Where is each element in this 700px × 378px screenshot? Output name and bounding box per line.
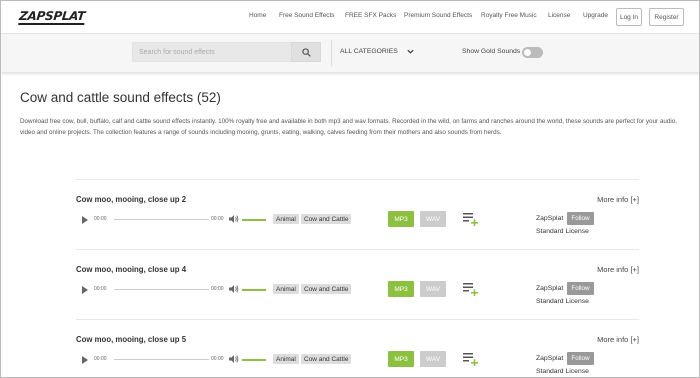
progress-track[interactable] — [114, 289, 209, 290]
chevron-down-icon[interactable] — [406, 47, 415, 56]
time-end: 00:00 — [211, 356, 224, 362]
tag-animal[interactable]: Animal — [273, 214, 299, 224]
more-info-link[interactable]: More info [+] — [597, 265, 639, 274]
sound-row: Cow moo, mooing, close up 4 More info [+… — [76, 249, 639, 319]
progress-track[interactable] — [114, 359, 209, 360]
sound-row: Cow moo, mooing, close up 5 More info [+… — [76, 319, 639, 377]
nav-free-sound-effects[interactable]: Free Sound Effects — [279, 12, 335, 19]
nav-upgrade[interactable]: Upgrade — [583, 12, 608, 19]
tag-cow-and-cattle[interactable]: Cow and Cattle — [301, 284, 352, 294]
author-name[interactable]: ZapSplat — [536, 285, 563, 292]
search-icon — [301, 47, 311, 57]
gold-sounds-toggle[interactable] — [522, 47, 543, 58]
play-icon[interactable] — [81, 286, 89, 294]
nav-home[interactable]: Home — [249, 12, 266, 19]
time-end: 00:00 — [211, 216, 224, 222]
time-start: 00:00 — [94, 216, 107, 222]
volume-icon[interactable] — [229, 284, 239, 294]
sound-row: Cow moo, mooing, close up 2 More info [+… — [76, 179, 639, 249]
follow-button[interactable]: Follow — [567, 212, 594, 225]
play-icon[interactable] — [81, 216, 89, 224]
download-mp3-button[interactable]: MP3 — [388, 211, 414, 227]
top-navbar: ZAPSPLAT Home Free Sound Effects FREE SF… — [1, 1, 699, 34]
license-label[interactable]: Standard License — [536, 298, 589, 305]
nav-free-sfx-packs[interactable]: FREE SFX Packs — [345, 12, 396, 19]
more-info-link[interactable]: More info [+] — [597, 195, 639, 204]
download-wav-button[interactable]: WAV — [420, 211, 446, 227]
volume-slider[interactable] — [242, 219, 266, 221]
tag-cow-and-cattle[interactable]: Cow and Cattle — [301, 214, 352, 224]
add-to-playlist-icon[interactable] — [463, 352, 478, 366]
author-name[interactable]: ZapSplat — [536, 355, 563, 362]
tag-cow-and-cattle[interactable]: Cow and Cattle — [301, 354, 352, 364]
play-icon[interactable] — [81, 356, 89, 364]
nav-royalty-free-music[interactable]: Royalty Free Music — [481, 12, 537, 19]
follow-button[interactable]: Follow — [567, 352, 594, 365]
time-start: 00:00 — [94, 286, 107, 292]
time-end: 00:00 — [211, 286, 224, 292]
tag-animal[interactable]: Animal — [273, 284, 299, 294]
add-to-playlist-icon[interactable] — [463, 212, 478, 226]
register-button[interactable]: Register — [649, 8, 684, 26]
logo-text: ZAPSPLAT — [18, 8, 86, 25]
search-bar-section: Search for sound effects ALL CATEGORIES … — [1, 34, 699, 72]
time-start: 00:00 — [94, 356, 107, 362]
add-to-playlist-icon[interactable] — [463, 282, 478, 296]
site-logo[interactable]: ZAPSPLAT — [18, 8, 86, 26]
sound-title[interactable]: Cow moo, mooing, close up 5 — [76, 335, 186, 344]
sound-title[interactable]: Cow moo, mooing, close up 4 — [76, 265, 186, 274]
download-wav-button[interactable]: WAV — [420, 281, 446, 297]
search-input[interactable]: Search for sound effects — [132, 42, 291, 62]
page-frame: ZAPSPLAT Home Free Sound Effects FREE SF… — [0, 0, 700, 378]
volume-slider[interactable] — [242, 359, 266, 361]
search-divider — [331, 40, 332, 66]
gold-sounds-label: Show Gold Sounds — [462, 48, 521, 55]
tag-animal[interactable]: Animal — [273, 354, 299, 364]
volume-icon[interactable] — [229, 354, 239, 364]
download-mp3-button[interactable]: MP3 — [388, 351, 414, 367]
page-description: Download free cow, bull, buffalo, calf a… — [20, 118, 678, 136]
author-name[interactable]: ZapSplat — [536, 215, 563, 222]
nav-premium-sound-effects[interactable]: Premium Sound Effects — [404, 12, 472, 19]
toggle-knob — [524, 49, 531, 56]
volume-slider[interactable] — [242, 289, 266, 291]
search-button[interactable] — [291, 42, 321, 62]
volume-icon[interactable] — [229, 214, 239, 224]
category-select[interactable]: ALL CATEGORIES — [340, 48, 398, 55]
progress-track[interactable] — [114, 219, 209, 220]
sound-title[interactable]: Cow moo, mooing, close up 2 — [76, 195, 186, 204]
more-info-link[interactable]: More info [+] — [597, 335, 639, 344]
license-label[interactable]: Standard License — [536, 228, 589, 235]
page-title: Cow and cattle sound effects (52) — [20, 90, 221, 105]
nav-license[interactable]: License — [548, 12, 570, 19]
download-wav-button[interactable]: WAV — [420, 351, 446, 367]
download-mp3-button[interactable]: MP3 — [388, 281, 414, 297]
login-button[interactable]: Log In — [616, 8, 642, 26]
follow-button[interactable]: Follow — [567, 282, 594, 295]
license-label[interactable]: Standard License — [536, 368, 589, 375]
